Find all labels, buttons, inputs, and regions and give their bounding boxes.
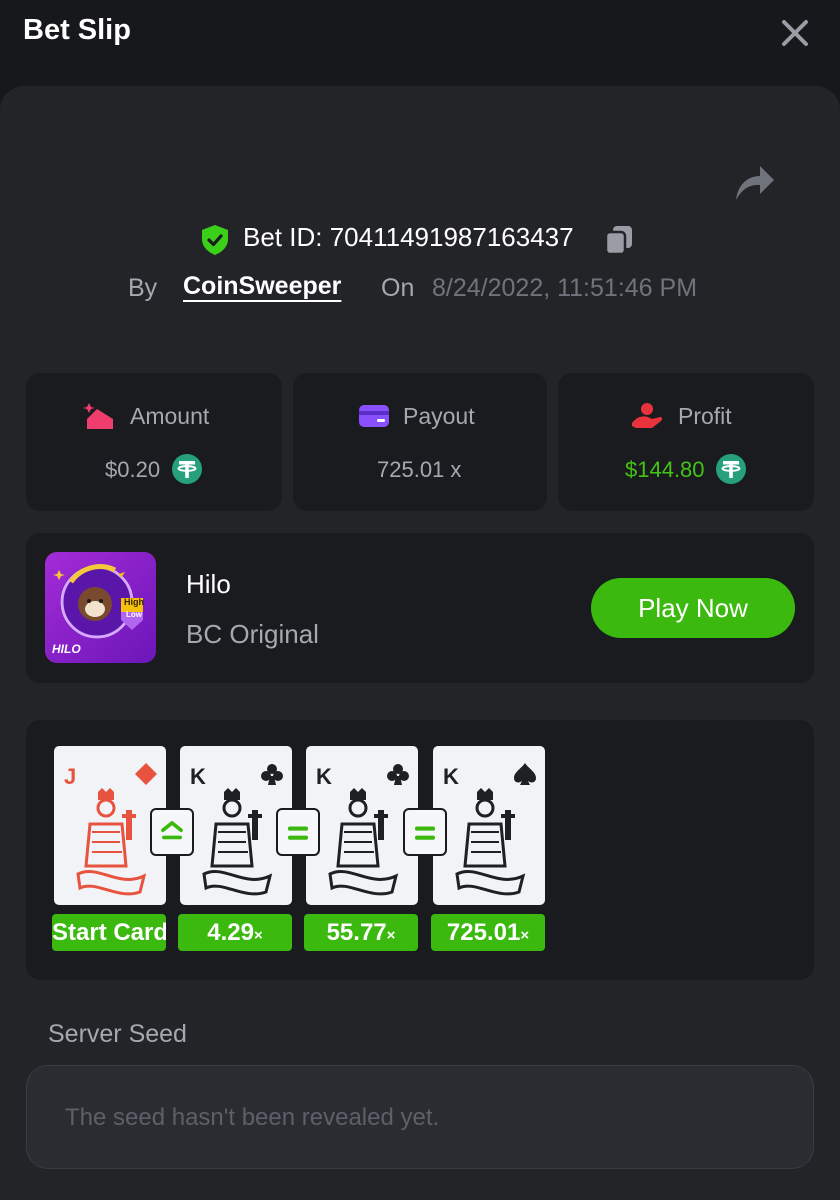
card-figure-icon	[202, 788, 273, 896]
game-card: High Low HILO Hilo BC Original Play Now	[26, 533, 814, 683]
server-seed-label: Server Seed	[48, 1020, 187, 1048]
multiplier-badge: 55.77×	[304, 914, 418, 951]
guess-indicator	[276, 808, 320, 856]
higher-or-same-icon	[161, 821, 183, 840]
bet-id: Bet ID: 70411491987163437	[243, 222, 574, 252]
payout-label: Payout	[403, 403, 475, 429]
diamond-icon	[135, 763, 157, 785]
club-icon	[387, 764, 409, 785]
server-seed-field	[26, 1065, 814, 1169]
profit-label: Profit	[678, 403, 732, 429]
thumb-high-label: High	[124, 597, 144, 607]
amount-icon	[83, 403, 113, 429]
share-icon[interactable]	[730, 160, 778, 204]
copy-icon[interactable]	[604, 224, 634, 256]
profit-hand-icon	[632, 403, 663, 428]
profit-value: $144.80	[625, 457, 705, 482]
thumb-hilo-label: HILO	[52, 642, 81, 656]
playing-card: K	[306, 746, 418, 905]
multiplier-badge: 725.01×	[431, 914, 545, 951]
payout-value: 725.01 x	[377, 457, 462, 482]
amount-value: $0.20	[105, 457, 161, 482]
play-now-button[interactable]: Play Now	[591, 578, 795, 638]
multiplier-value: 4.29	[207, 919, 254, 946]
equal-icon	[415, 826, 435, 840]
card-rank: K	[190, 764, 206, 789]
game-name: Hilo	[186, 569, 231, 599]
card-rank: K	[316, 764, 332, 789]
multiplier-badge: 4.29×	[178, 914, 292, 951]
club-icon	[261, 764, 283, 785]
close-icon[interactable]	[774, 12, 816, 54]
multiplier-value: 55.77	[326, 919, 387, 946]
multiplier-value: Start Card	[52, 919, 166, 946]
on-label: On	[381, 274, 415, 302]
card-rank: K	[443, 764, 459, 789]
page-title: Bet Slip	[23, 14, 131, 46]
guess-indicator	[403, 808, 447, 856]
playing-card: K	[433, 746, 545, 905]
tether-coin-icon	[172, 454, 202, 484]
amount-card: Amount $0.20	[26, 373, 282, 511]
payout-card: Payout 725.01 x	[293, 373, 547, 511]
card-figure-icon	[76, 788, 147, 896]
username-link[interactable]: CoinSweeper	[183, 272, 341, 301]
start-card-label: Start Card	[52, 914, 166, 951]
guess-indicator	[150, 808, 194, 856]
multiplier-suffix: ×	[386, 927, 396, 944]
tether-coin-icon	[716, 454, 746, 484]
payout-card-icon	[359, 405, 389, 427]
bet-datetime: 8/24/2022, 11:51:46 PM	[432, 274, 698, 302]
card-figure-icon	[455, 788, 526, 896]
server-seed-input[interactable]	[65, 1096, 765, 1140]
card-figure-icon	[328, 788, 399, 896]
multiplier-value: 725.01	[446, 919, 521, 946]
bet-meta-row: By CoinSweeper On 8/24/2022, 11:51:46 PM	[0, 268, 840, 308]
by-label: By	[128, 274, 158, 302]
game-thumbnail[interactable]: High Low HILO	[45, 552, 156, 663]
thumb-low-label: Low	[126, 610, 142, 619]
spade-icon	[514, 763, 536, 785]
verified-shield-icon	[202, 225, 228, 255]
amount-label: Amount	[130, 403, 210, 429]
equal-icon	[288, 826, 308, 840]
game-category: BC Original	[186, 619, 319, 649]
profit-card: Profit $144.80	[558, 373, 814, 511]
round-history-panel: J Start Card K 4.29× K 55.77× K 725.01×	[26, 720, 814, 980]
multiplier-suffix: ×	[520, 927, 530, 944]
header-bar: Bet Slip	[0, 0, 840, 86]
multiplier-suffix: ×	[253, 927, 263, 944]
card-rank: J	[64, 764, 77, 789]
bet-id-row: Bet ID: 70411491987163437	[0, 218, 840, 262]
